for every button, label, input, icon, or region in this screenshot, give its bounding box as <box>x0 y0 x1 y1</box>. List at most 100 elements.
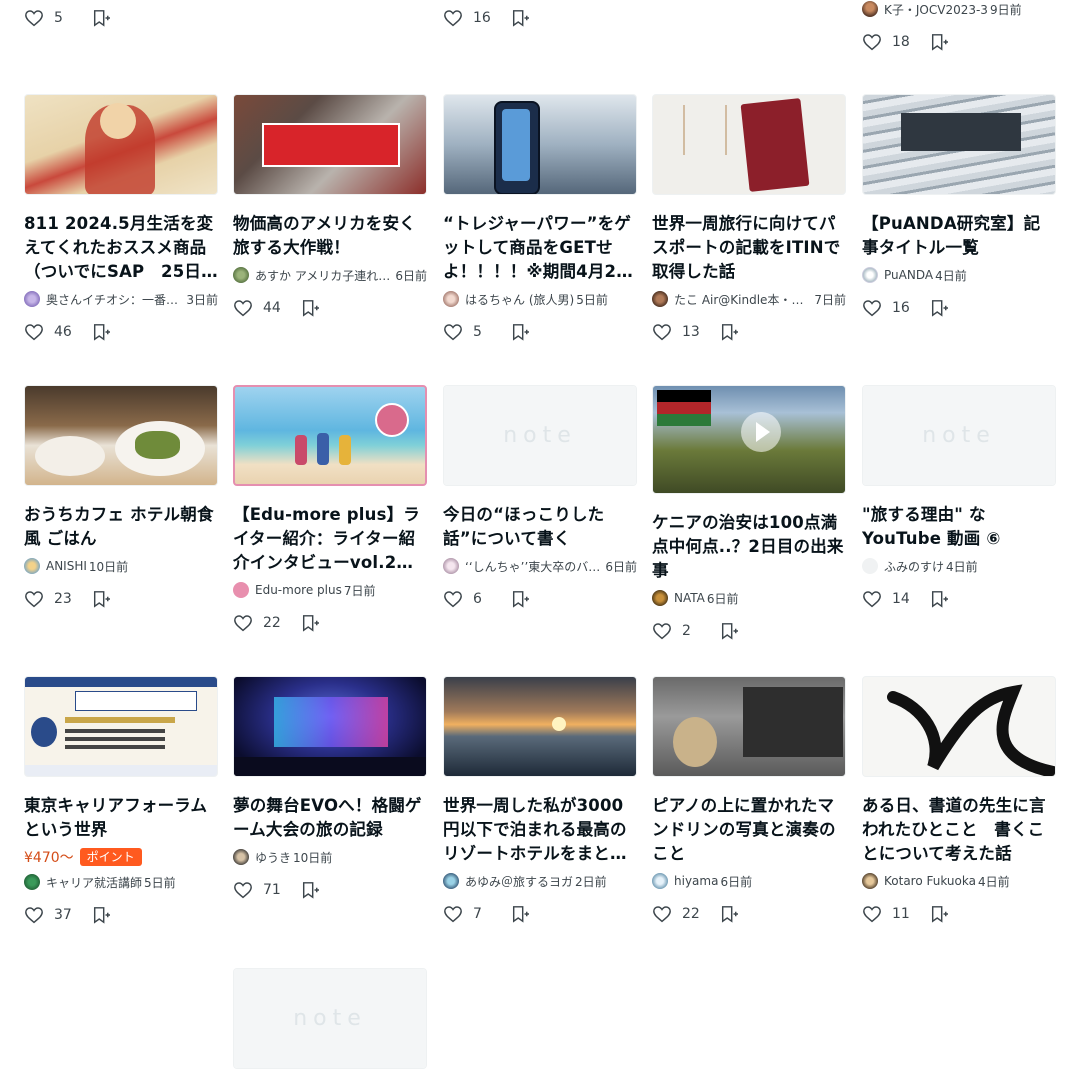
card-thumbnail[interactable] <box>652 676 846 777</box>
author-avatar[interactable] <box>24 558 40 574</box>
heart-icon[interactable] <box>652 905 672 923</box>
author-name[interactable]: hiyama <box>674 874 718 888</box>
card-thumbnail[interactable] <box>233 94 427 195</box>
author-name[interactable]: ふみのすけ <box>884 558 944 575</box>
card-title[interactable]: 物価高のアメリカを安く旅する大作戦！ <box>233 212 427 260</box>
note-card[interactable]: 【PuANDA研究室】記事タイトル一覧 PuANDA 4日前 16 <box>862 94 1056 318</box>
heart-icon[interactable] <box>233 881 253 899</box>
save-to-magazine-icon[interactable] <box>930 905 948 923</box>
card-thumbnail[interactable]: note <box>862 385 1056 486</box>
heart-icon[interactable] <box>24 906 44 924</box>
author-name[interactable]: キャリア就活講師 <box>46 874 142 891</box>
author-avatar[interactable] <box>443 558 459 574</box>
note-card[interactable]: “トレジャーパワー”をゲットして商品をGETせよ！！！！※期間4月20日〜終了 … <box>443 94 637 342</box>
author-avatar[interactable] <box>862 873 878 889</box>
note-card[interactable]: 811 2024.5月生活を変えてくれたおススメ商品 （ついでにSAP 25日後… <box>24 94 218 342</box>
author-avatar[interactable] <box>862 267 878 283</box>
card-title[interactable]: 【Edu-more plus】ライター紹介：ライター紹介インタビューvol.2：… <box>233 503 427 575</box>
author-name[interactable]: あすか アメリカ子連れ旅行ブログ <box>255 267 393 284</box>
heart-icon[interactable] <box>443 323 463 341</box>
card-title[interactable]: 811 2024.5月生活を変えてくれたおススメ商品 （ついでにSAP 25日後… <box>24 212 218 284</box>
author-avatar[interactable] <box>652 590 668 606</box>
author-avatar[interactable] <box>443 873 459 889</box>
card-title[interactable]: 東京キャリアフォーラムという世界 <box>24 794 218 842</box>
save-to-magazine-icon[interactable] <box>301 299 319 317</box>
author-name[interactable]: Kotaro Fukuoka <box>884 874 976 888</box>
card-title[interactable]: 【PuANDA研究室】記事タイトル一覧 <box>862 212 1056 260</box>
author-avatar[interactable] <box>862 1 878 17</box>
card-thumbnail[interactable] <box>862 94 1056 195</box>
note-card[interactable]: note 今日の“ほっこりした話”について書く ‘‘しんちゃ’’東大卒のバックパ… <box>443 385 637 609</box>
author-name[interactable]: ‘‘しんちゃ’’東大卒のバックパッカーが <box>465 558 603 575</box>
save-to-magazine-icon[interactable] <box>930 590 948 608</box>
note-card[interactable]: 東京キャリアフォーラムという世界 ¥470〜 ポイント キャリア就活講師 5日前 3… <box>24 676 218 925</box>
card-title[interactable]: 今日の“ほっこりした話”について書く <box>443 503 637 551</box>
card-title[interactable]: おうちカフェ ホテル朝食風 ごはん <box>24 503 218 551</box>
card-title[interactable]: 世界一周旅行に向けてパスポートの記載をITINで取得した話 <box>652 212 846 284</box>
author-name[interactable]: たこ Air@Kindle本・ブログ著者 <box>674 291 812 308</box>
author-avatar[interactable] <box>233 267 249 283</box>
save-to-magazine-icon[interactable] <box>720 323 738 341</box>
author-avatar[interactable] <box>443 291 459 307</box>
card-thumbnail[interactable] <box>233 676 427 777</box>
heart-icon[interactable] <box>443 9 463 27</box>
save-to-magazine-icon[interactable] <box>301 881 319 899</box>
author-avatar[interactable] <box>652 291 668 307</box>
card-title[interactable]: ケニアの治安は100点満点中何点..？2日目の出来事 <box>652 511 846 583</box>
card-thumbnail[interactable] <box>652 94 846 195</box>
author-name[interactable]: 奥さんイチオシ：一番気楽で暮らしやすいのは… <box>46 291 184 308</box>
author-avatar[interactable] <box>862 558 878 574</box>
note-card[interactable]: ケニアの治安は100点満点中何点..？2日目の出来事 NATA 6日前 2 <box>652 385 846 641</box>
author-name[interactable]: PuANDA <box>884 268 933 282</box>
save-to-magazine-icon[interactable] <box>301 614 319 632</box>
author-avatar[interactable] <box>24 291 40 307</box>
save-to-magazine-icon[interactable] <box>511 590 529 608</box>
heart-icon[interactable] <box>443 905 463 923</box>
card-thumbnail[interactable] <box>24 676 218 777</box>
card-thumbnail[interactable] <box>24 385 218 486</box>
heart-icon[interactable] <box>652 323 672 341</box>
note-card[interactable]: 世界一周した私が3000円以下で泊まれる最高のリゾートホテルをまとめました あゆ… <box>443 676 637 924</box>
author-name[interactable]: ANISHI <box>46 559 87 573</box>
save-to-magazine-icon[interactable] <box>511 323 529 341</box>
heart-icon[interactable] <box>862 590 882 608</box>
note-card[interactable]: note <box>233 968 427 1069</box>
note-card[interactable]: ある日、書道の先生に言われたひとこと 書くことについて考えた話 Kotaro F… <box>862 676 1056 924</box>
card-thumbnail[interactable] <box>443 94 637 195</box>
author-avatar[interactable] <box>652 873 668 889</box>
save-to-magazine-icon[interactable] <box>930 33 948 51</box>
author-name[interactable]: K子・JOCV2023-3 <box>884 1 988 18</box>
save-to-magazine-icon[interactable] <box>720 905 738 923</box>
save-to-magazine-icon[interactable] <box>92 906 110 924</box>
save-to-magazine-icon[interactable] <box>92 590 110 608</box>
save-to-magazine-icon[interactable] <box>930 299 948 317</box>
author-name[interactable]: はるちゃん (旅人男) <box>465 291 574 308</box>
author-name[interactable]: Edu-more plus <box>255 583 342 597</box>
card-thumbnail[interactable] <box>862 676 1056 777</box>
author-name[interactable]: ゆうき <box>255 849 291 866</box>
note-card[interactable]: note "旅する理由" な YouTube 動画 ⑥ ふみのすけ 4日前 14 <box>862 385 1056 609</box>
heart-icon[interactable] <box>862 33 882 51</box>
heart-icon[interactable] <box>24 9 44 27</box>
save-to-magazine-icon[interactable] <box>92 323 110 341</box>
card-title[interactable]: “トレジャーパワー”をゲットして商品をGETせよ！！！！※期間4月20日〜終了 <box>443 212 637 284</box>
card-thumbnail[interactable]: note <box>443 385 637 486</box>
card-title[interactable]: 夢の舞台EVOへ！格闘ゲーム大会の旅の記録 <box>233 794 427 842</box>
card-thumbnail[interactable] <box>652 385 846 494</box>
heart-icon[interactable] <box>24 323 44 341</box>
card-title[interactable]: ある日、書道の先生に言われたひとこと 書くことについて考えた話 <box>862 794 1056 866</box>
heart-icon[interactable] <box>652 622 672 640</box>
save-to-magazine-icon[interactable] <box>511 9 529 27</box>
save-to-magazine-icon[interactable] <box>92 9 110 27</box>
save-to-magazine-icon[interactable] <box>511 905 529 923</box>
author-name[interactable]: あゆみ＠旅するヨガ <box>465 873 573 890</box>
author-avatar[interactable] <box>233 849 249 865</box>
author-name[interactable]: NATA <box>674 591 705 605</box>
card-thumbnail[interactable]: note <box>233 968 427 1069</box>
note-card[interactable]: 物価高のアメリカを安く旅する大作戦！ あすか アメリカ子連れ旅行ブログ6日前 4… <box>233 94 427 318</box>
heart-icon[interactable] <box>24 590 44 608</box>
card-title[interactable]: 世界一周した私が3000円以下で泊まれる最高のリゾートホテルをまとめました <box>443 794 637 866</box>
note-card[interactable]: 夢の舞台EVOへ！格闘ゲーム大会の旅の記録 ゆうき 10日前 71 <box>233 676 427 900</box>
card-thumbnail[interactable] <box>24 94 218 195</box>
save-to-magazine-icon[interactable] <box>720 622 738 640</box>
